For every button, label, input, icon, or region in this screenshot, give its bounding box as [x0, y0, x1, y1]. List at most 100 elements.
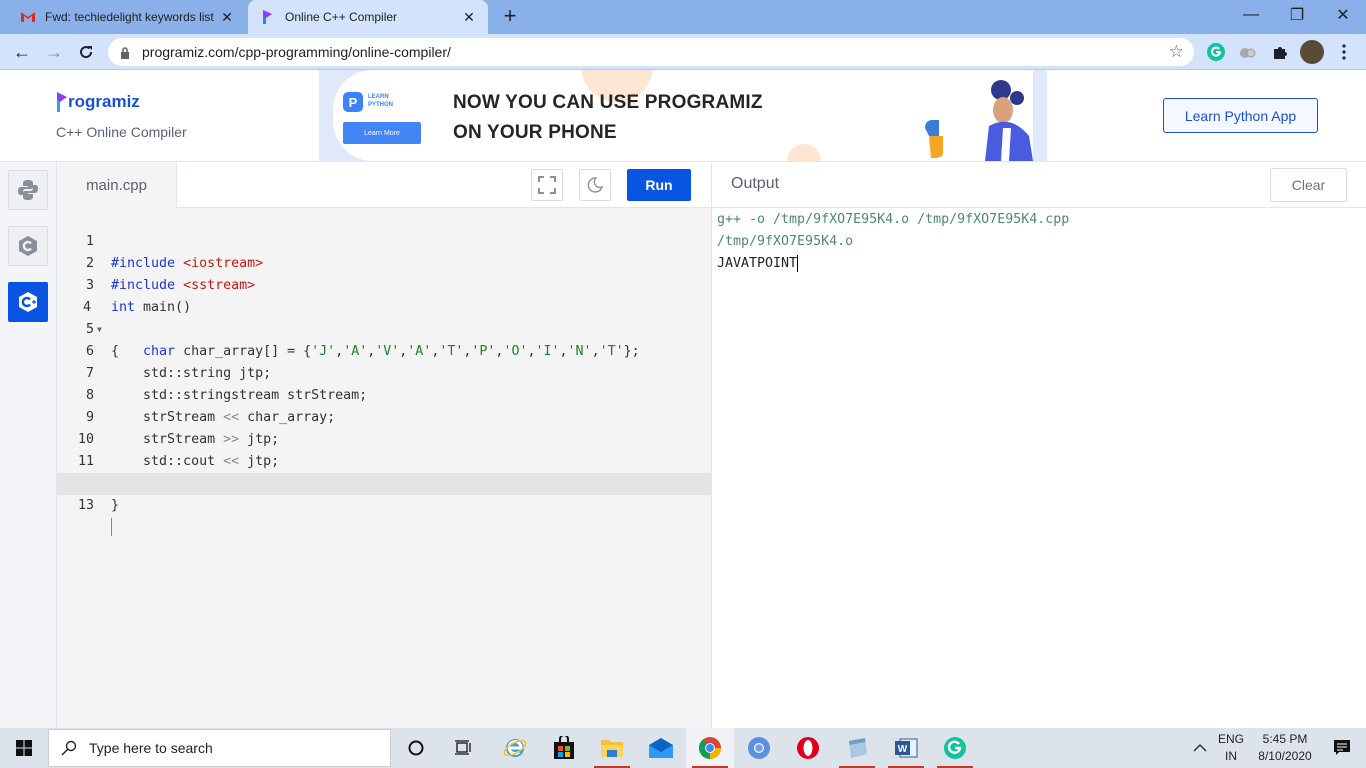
output-pane: Output Clear g++ -o /tmp/9fXO7E95K4.o /t…	[711, 162, 1366, 728]
person-illustration	[925, 80, 1033, 161]
grammarly-extension-icon[interactable]	[1206, 42, 1226, 62]
code-line: 2 #include <sstream>	[57, 231, 711, 293]
c-language-icon	[19, 236, 37, 256]
close-window-button[interactable]: ✕	[1320, 0, 1366, 30]
code-line-active: 13	[57, 473, 711, 536]
language-sidebar	[0, 162, 57, 728]
file-tab-main-cpp[interactable]: main.cpp	[57, 162, 177, 209]
code-line: 7 std::stringstream strStream;	[57, 341, 711, 403]
code-token: }	[111, 498, 120, 513]
moon-icon	[587, 177, 603, 193]
code-line: 5 char char_array[] = {'J','A','V','A','…	[57, 297, 711, 359]
url-text: programiz.com/cpp-programming/online-com…	[142, 44, 451, 60]
grammarly-button[interactable]	[931, 728, 979, 768]
clear-button[interactable]: Clear	[1270, 168, 1347, 202]
programiz-logo[interactable]: rogramiz	[57, 92, 140, 112]
profile-avatar[interactable]	[1300, 40, 1324, 64]
opera-icon	[797, 737, 819, 759]
back-button[interactable]: ←	[9, 39, 35, 65]
browser-tab-gmail[interactable]: Fwd: techiedelight keywords list ✕	[8, 0, 246, 34]
arrow-right-icon: →	[45, 41, 63, 62]
extensions-puzzle-icon[interactable]	[1270, 42, 1290, 62]
dark-mode-button[interactable]	[579, 169, 611, 201]
code-line: 10 std::cout << jtp;	[57, 407, 711, 469]
text-cursor	[111, 518, 112, 536]
learn-python-app-icon: P	[343, 92, 363, 112]
fullscreen-button[interactable]	[531, 169, 563, 201]
input-language-indicator[interactable]: ENG IN	[1214, 731, 1248, 765]
taskbar-search-input[interactable]: Type here to search	[48, 729, 391, 767]
reload-icon	[80, 46, 93, 59]
extension-icon[interactable]	[1238, 42, 1258, 62]
run-button[interactable]: Run	[627, 169, 691, 201]
output-console[interactable]: g++ -o /tmp/9fXO7E95K4.o /tmp/9fXO7E95K4…	[717, 209, 1069, 275]
line-number: 13	[77, 498, 94, 513]
code-line: 9 strStream >> jtp;	[57, 385, 711, 447]
language-code: ENG	[1217, 732, 1244, 746]
chrome-button[interactable]	[686, 728, 734, 768]
output-result: JAVATPOINT	[717, 256, 798, 271]
app-name-line1: LEARN	[368, 94, 389, 100]
close-tab-icon[interactable]: ✕	[218, 8, 236, 26]
headline-line1: NOW YOU CAN USE PROGRAMIZ	[453, 92, 763, 113]
restore-button[interactable]: ❐	[1274, 0, 1320, 30]
code-line: 6 std::string jtp;	[57, 319, 711, 381]
cortana-button[interactable]	[392, 728, 440, 768]
action-center-button[interactable]	[1318, 728, 1366, 768]
mail-icon	[649, 738, 673, 758]
browser-tab-compiler[interactable]: Online C++ Compiler ✕	[248, 0, 488, 34]
learn-python-app-button[interactable]: Learn Python App	[1163, 98, 1318, 133]
word-button[interactable]: W	[882, 728, 930, 768]
code-line: 11 return 0;	[57, 429, 711, 491]
close-tab-icon[interactable]: ✕	[460, 8, 478, 26]
reload-button[interactable]	[73, 39, 99, 65]
code-line: 4 ▼ {	[57, 275, 711, 359]
programiz-icon	[260, 9, 276, 25]
menu-kebab-icon[interactable]	[1334, 42, 1354, 62]
mail-button[interactable]	[637, 728, 685, 768]
clock-date: 8/10/2020	[1258, 749, 1312, 763]
task-view-button[interactable]	[440, 728, 488, 768]
file-explorer-button[interactable]	[588, 728, 636, 768]
chromium-button[interactable]	[735, 728, 783, 768]
microsoft-store-button[interactable]	[540, 728, 588, 768]
editor-toolbar: main.cpp Run	[57, 162, 711, 209]
new-tab-button[interactable]: +	[498, 4, 522, 28]
opera-button[interactable]	[784, 728, 832, 768]
restore-icon: ❐	[1289, 7, 1305, 24]
minimize-icon: —	[1243, 6, 1259, 23]
code-line: 1 #include <iostream>	[57, 209, 711, 271]
notification-icon	[1334, 740, 1350, 755]
address-bar[interactable]: programiz.com/cpp-programming/online-com…	[108, 38, 1194, 66]
minimize-button[interactable]: —	[1228, 0, 1274, 30]
notepad-icon	[849, 738, 867, 758]
start-button[interactable]	[0, 728, 48, 768]
learn-more-button[interactable]: Learn More	[343, 122, 421, 144]
cortana-icon	[408, 740, 424, 756]
code-editor-pane: main.cpp Run 1 #include <iostream> 2 #in…	[57, 162, 711, 728]
language-cpp-button[interactable]	[8, 282, 48, 322]
notepad-button[interactable]	[833, 728, 881, 768]
language-c-button[interactable]	[8, 226, 48, 266]
svg-text:W: W	[898, 744, 908, 755]
ad-banner[interactable]: P LEARN PYTHON Learn More NOW YOU CAN US…	[319, 70, 1047, 161]
clock[interactable]: 5:45 PM 8/10/2020	[1252, 731, 1318, 765]
banner-headline: NOW YOU CAN USE PROGRAMIZ ON YOUR PHONE	[453, 88, 763, 148]
arrow-left-icon: ←	[13, 41, 31, 62]
show-hidden-icons-button[interactable]	[1188, 728, 1212, 768]
output-header: Output Clear	[712, 162, 1366, 208]
output-line: g++ -o /tmp/9fXO7E95K4.o /tmp/9fXO7E95K4…	[717, 212, 1070, 227]
forward-button[interactable]: →	[41, 39, 67, 65]
code-line: 3 int main()	[57, 253, 711, 315]
code-area[interactable]: 1 #include <iostream> 2 #include <sstrea…	[57, 209, 711, 536]
word-icon: W	[895, 738, 918, 758]
browser-tab-strip: Fwd: techiedelight keywords list ✕ Onlin…	[0, 0, 1366, 34]
programiz-logo-icon	[57, 92, 67, 112]
bookmark-star-icon[interactable]: ☆	[1169, 42, 1184, 62]
lock-icon	[120, 46, 130, 59]
tab-title: Online C++ Compiler	[285, 10, 398, 24]
language-python-button[interactable]	[8, 170, 48, 210]
windows-logo-icon	[16, 740, 32, 756]
logo-text: rogramiz	[68, 92, 140, 111]
internet-explorer-button[interactable]	[491, 728, 539, 768]
